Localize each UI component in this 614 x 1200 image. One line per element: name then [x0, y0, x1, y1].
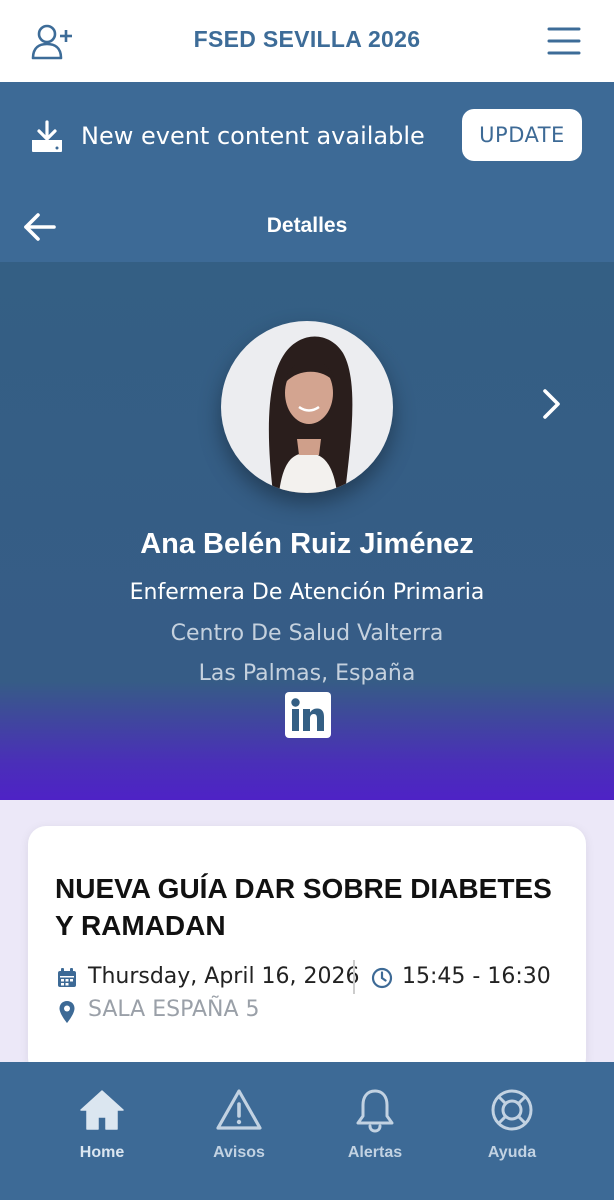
speaker-name: Ana Belén Ruiz Jiménez	[140, 528, 474, 560]
home-icon	[80, 1090, 124, 1130]
top-bar: FSED SEVILLA 2026	[0, 0, 614, 82]
tab-label: Alertas	[347, 1144, 403, 1161]
tab-ayuda[interactable]: Ayuda	[442, 1062, 582, 1200]
tab-label: Avisos	[213, 1144, 265, 1161]
speaker-avatar	[221, 321, 393, 493]
chevron-right-icon[interactable]	[536, 384, 566, 424]
bell-icon	[356, 1089, 394, 1133]
session-title: NUEVA GUÍA DAR SOBRE DIABETES Y RAMADAN	[55, 873, 552, 941]
download-icon	[32, 120, 62, 152]
session-card[interactable]: NUEVA GUÍA DAR SOBRE DIABETES Y RAMADAN …	[28, 826, 586, 1076]
linkedin-icon[interactable]	[285, 692, 331, 738]
session-room: SALA ESPAÑA 5	[88, 997, 260, 1022]
clock-icon	[371, 967, 393, 989]
tab-alertas[interactable]: Alertas	[305, 1062, 445, 1200]
hamburger-menu-icon[interactable]	[546, 24, 582, 58]
tab-avisos[interactable]: Avisos	[169, 1062, 309, 1200]
location-pin-icon	[59, 1001, 75, 1023]
page-title: Detalles	[266, 214, 348, 237]
bottom-tab-bar: Home Avisos Alertas Ayuda	[0, 1062, 614, 1200]
update-button[interactable]: UPDATE	[462, 109, 582, 161]
speaker-location: Las Palmas, España	[198, 661, 416, 686]
calendar-icon	[58, 968, 76, 987]
detail-nav-bar: Detalles	[0, 190, 614, 262]
app-title: FSED SEVILLA 2026	[193, 26, 421, 52]
tab-label: Ayuda	[487, 1144, 537, 1161]
warning-icon	[216, 1089, 262, 1130]
lifebuoy-icon	[491, 1089, 533, 1131]
tab-home[interactable]: Home	[32, 1062, 172, 1200]
add-user-icon[interactable]	[30, 22, 74, 62]
divider	[353, 960, 355, 994]
update-banner: New event content available UPDATE	[0, 82, 614, 190]
update-message: New event content available	[81, 122, 425, 150]
speaker-role: Enfermera De Atención Primaria	[129, 580, 485, 605]
speaker-center: Centro De Salud Valterra	[170, 621, 444, 646]
session-date: Thursday, April 16, 2026	[88, 964, 360, 989]
session-time: 15:45 - 16:30	[402, 964, 551, 989]
arrow-left-icon[interactable]	[22, 210, 58, 244]
speaker-hero: Ana Belén Ruiz Jiménez Enfermera De Aten…	[0, 262, 614, 800]
tab-label: Home	[79, 1144, 125, 1161]
